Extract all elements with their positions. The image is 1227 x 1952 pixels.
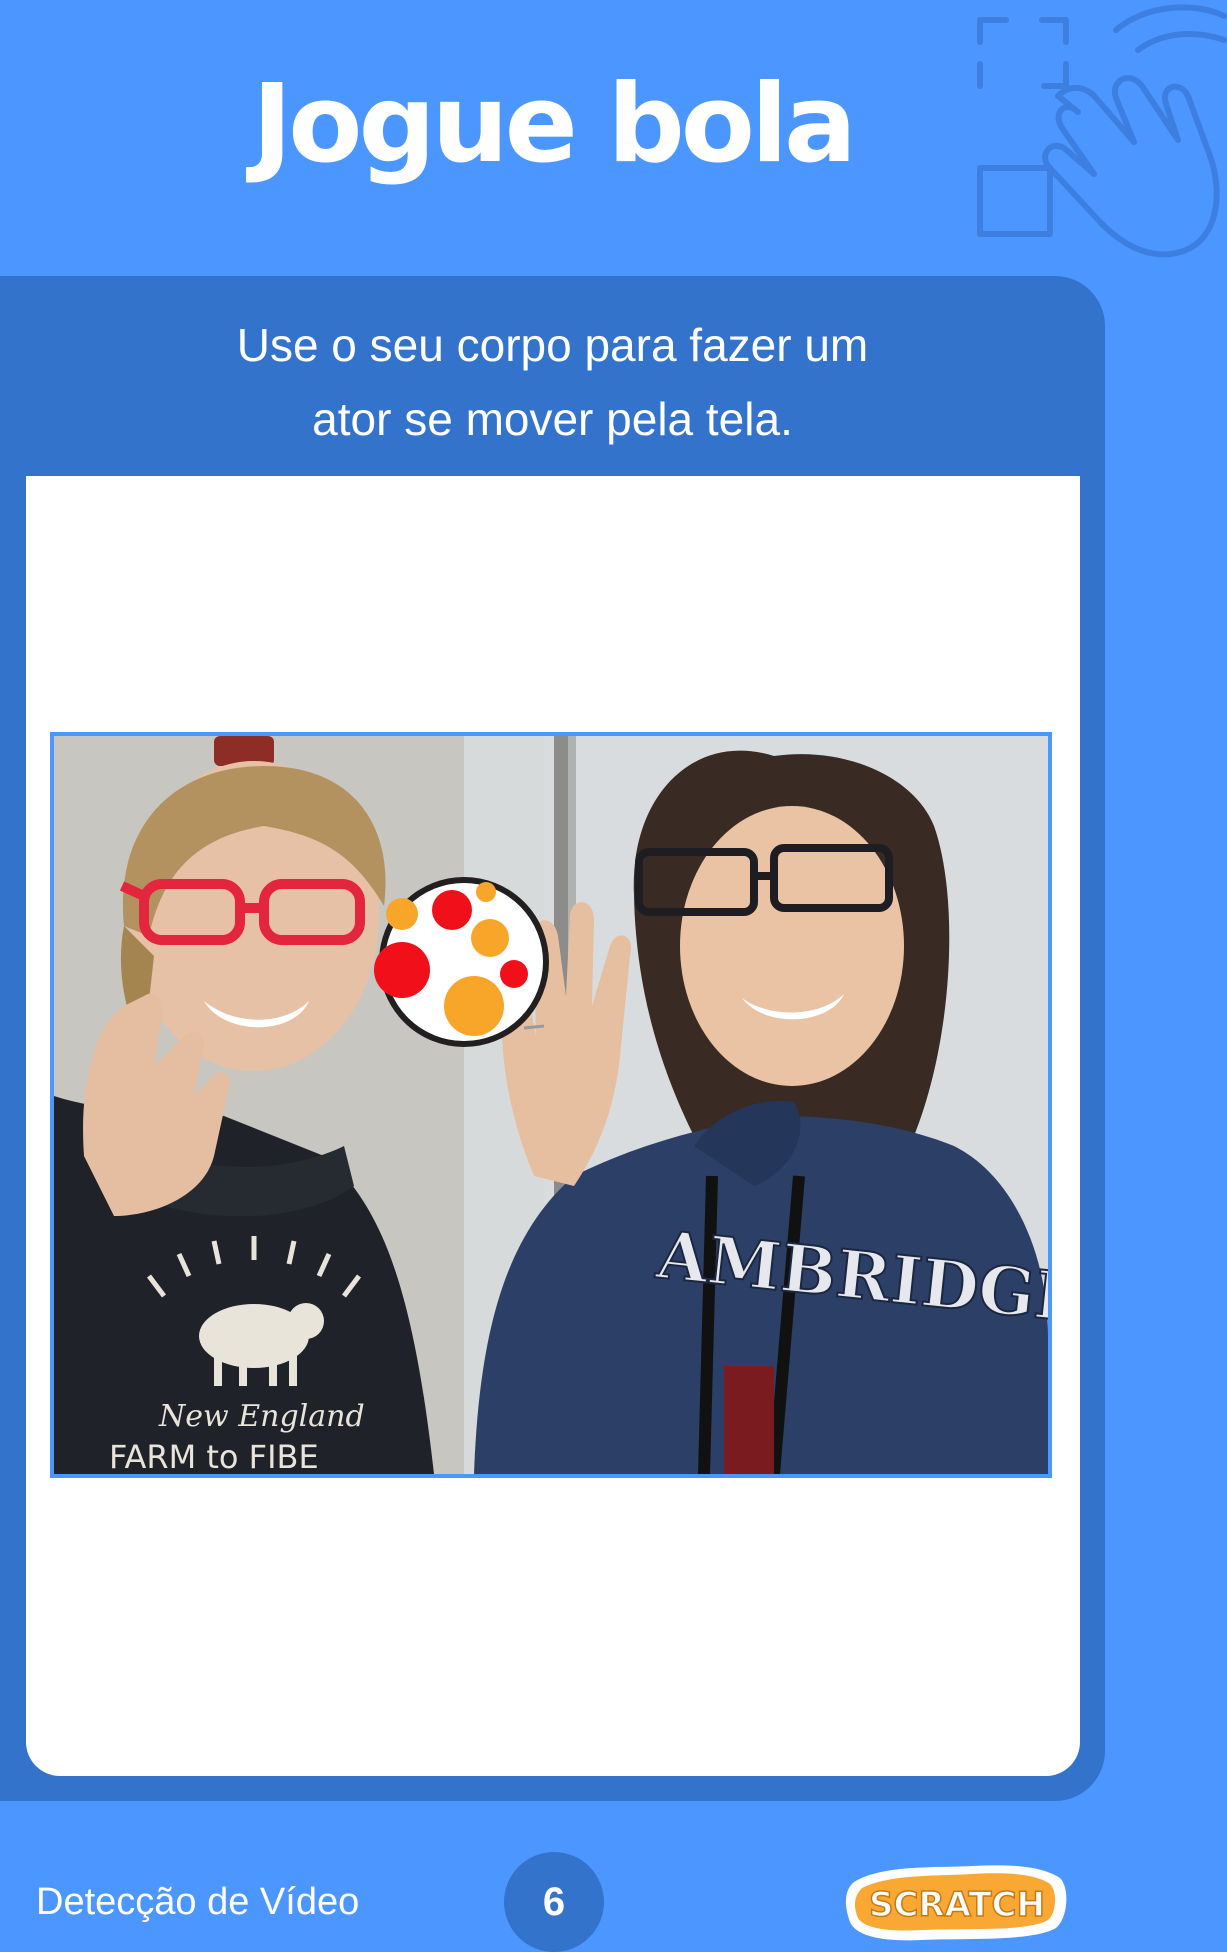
page-number-badge: 6 [504,1852,604,1952]
example-photo: New England FARM to FIBE AMBRIDGE [50,732,1052,1478]
shirt-text-line-2: FARM to FIBE [109,1438,319,1474]
scratch-logo: SCRATCH [845,1865,1067,1941]
shirt-text-line-1: New England [158,1399,365,1434]
scratch-logo-text: SCRATCH [869,1885,1045,1925]
instruction-line-1: Use o seu corpo para fazer um [236,319,869,371]
card-panel: New England FARM to FIBE AMBRIDGE [26,476,1080,1776]
page-title: Jogue bola [252,62,857,187]
card-instruction: Use o seu corpo para fazer um ator se mo… [0,308,1105,456]
video-sensing-icon [977,4,1227,258]
instruction-line-2: ator se mover pela tela. [312,393,793,445]
section-label: Detecção de Vídeo [36,1881,360,1923]
activity-card: Use o seu corpo para fazer um ator se mo… [0,276,1105,1801]
